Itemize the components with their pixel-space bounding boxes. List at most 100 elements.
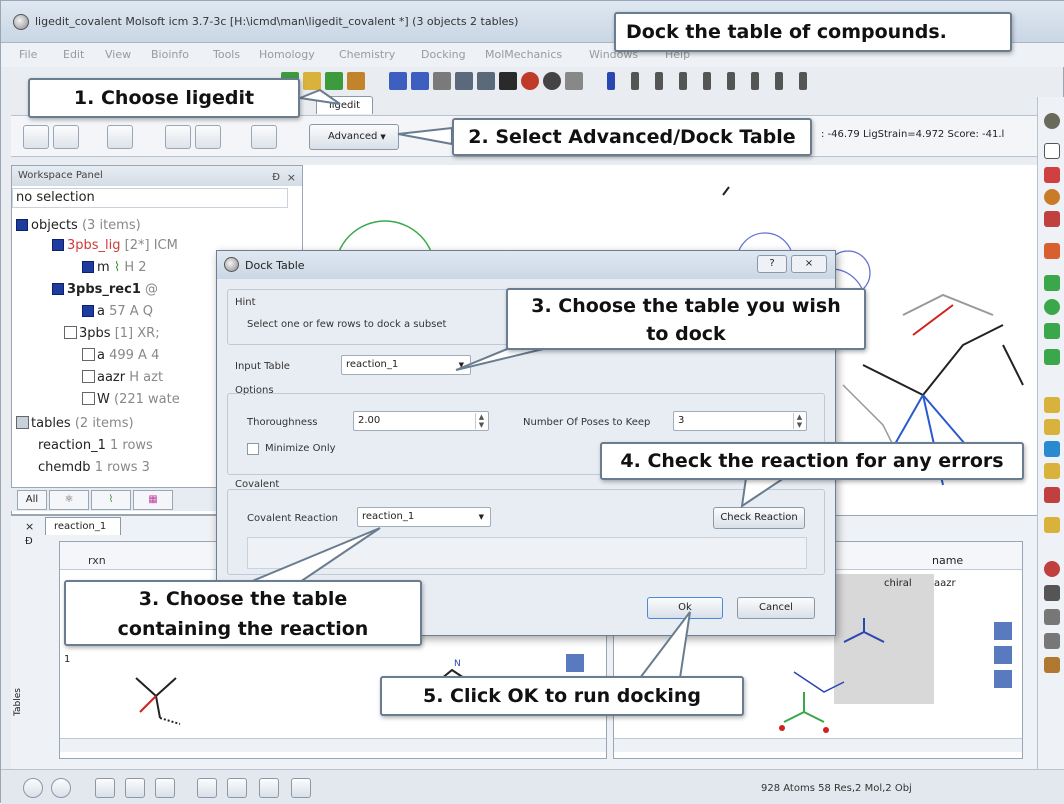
tab-all[interactable]: All	[17, 490, 47, 510]
help-button[interactable]: ?	[757, 255, 787, 273]
thoroughness-input[interactable]: 2.00 ▲ ▼	[353, 411, 489, 431]
selection-field[interactable]: no selection	[12, 188, 288, 208]
tree-a-57[interactable]: a 57 A Q	[82, 304, 153, 319]
record-icon[interactable]	[51, 778, 71, 798]
menu-bioinfo[interactable]: Bioinfo	[151, 48, 189, 61]
align-2-icon[interactable]	[1044, 419, 1060, 435]
zoom-icon[interactable]	[1044, 189, 1060, 205]
star-icon[interactable]	[1044, 609, 1060, 625]
tree-3pbs-rec1[interactable]: 3pbs_rec1 @	[52, 282, 158, 297]
align-8-icon[interactable]	[799, 72, 807, 90]
align-6-icon[interactable]	[751, 72, 759, 90]
ok-button[interactable]: Ok	[647, 597, 723, 619]
tree-3pbs[interactable]: 3pbs [1] XR;	[64, 326, 160, 341]
close-icon[interactable]: ×	[287, 168, 296, 188]
tree-m[interactable]: m ⌇ H 2	[82, 260, 147, 275]
grid-icon[interactable]	[566, 654, 584, 672]
checkbox-icon[interactable]	[82, 348, 95, 361]
grid-tool-icon[interactable]	[347, 72, 365, 90]
align-5-icon[interactable]	[727, 72, 735, 90]
menu-view[interactable]: View	[105, 48, 131, 61]
spin-arrows-icon[interactable]: ▲ ▼	[475, 413, 487, 429]
tool-icon[interactable]	[291, 778, 311, 798]
layout-icon[interactable]	[95, 778, 115, 798]
columns-icon[interactable]	[994, 670, 1012, 688]
bond-tool-icon[interactable]	[303, 72, 321, 90]
horizontal-scrollbar[interactable]	[614, 738, 1022, 752]
align-icon[interactable]	[1044, 397, 1060, 413]
ligand-score-button[interactable]	[195, 125, 221, 149]
ligand-tool-icon[interactable]	[325, 72, 343, 90]
atom-tool-icon[interactable]	[565, 72, 583, 90]
move-icon[interactable]	[1044, 167, 1060, 183]
cog-icon[interactable]	[197, 778, 217, 798]
grid-icon[interactable]	[994, 622, 1012, 640]
render-ball-icon[interactable]	[521, 72, 539, 90]
table-icon[interactable]	[994, 646, 1012, 664]
ligand-draw-button[interactable]	[23, 125, 49, 149]
input-table-select[interactable]: reaction_1 ▼	[341, 355, 471, 375]
column-header-rxn[interactable]: rxn	[88, 554, 106, 567]
tree-aazr[interactable]: aazr H azt	[82, 370, 163, 385]
menu-chemistry[interactable]: Chemistry	[339, 48, 395, 61]
stop-icon[interactable]	[23, 778, 43, 798]
align-4-icon[interactable]	[1044, 463, 1060, 479]
list-view-icon[interactable]	[1044, 585, 1060, 601]
align-5-icon[interactable]	[1044, 487, 1060, 503]
window-layout-icon[interactable]	[477, 72, 495, 90]
display-mode-icon[interactable]	[389, 72, 407, 90]
pin-icon[interactable]: Ð	[272, 168, 280, 188]
tree-3pbs-lig[interactable]: 3pbs_lig [2*] ICM	[52, 238, 178, 253]
camera-icon[interactable]	[227, 778, 247, 798]
align-3-icon[interactable]	[1044, 441, 1060, 457]
layer-icon[interactable]	[1044, 275, 1060, 291]
font-tool-icon[interactable]	[499, 72, 517, 90]
settings-icon[interactable]	[1044, 113, 1060, 129]
horizontal-scrollbar[interactable]	[60, 738, 606, 752]
window-icon[interactable]	[125, 778, 145, 798]
dialog-close-button[interactable]: ×	[791, 255, 827, 273]
wire-mode-icon[interactable]	[433, 72, 451, 90]
rotate-icon[interactable]	[1044, 143, 1060, 159]
tab-chem[interactable]: ⚛	[49, 490, 89, 510]
table-view-icon[interactable]	[455, 72, 473, 90]
filter-icon[interactable]	[1044, 633, 1060, 649]
tab-ligand[interactable]: ⌇	[91, 490, 131, 510]
light-icon[interactable]	[543, 72, 561, 90]
checkbox-icon[interactable]	[82, 370, 95, 383]
center-icon[interactable]	[1044, 243, 1060, 259]
tree-tables[interactable]: tables (2 items)	[16, 416, 134, 431]
tree-reaction-1[interactable]: reaction_1 1 rows	[38, 438, 153, 453]
menu-file[interactable]: File	[19, 48, 37, 61]
menu-molmechanics[interactable]: MolMechanics	[485, 48, 562, 61]
panel-icon[interactable]	[155, 778, 175, 798]
tab-ligedit[interactable]: ligedit	[316, 96, 373, 114]
surface-icon[interactable]	[1044, 299, 1060, 315]
tree-objects[interactable]: objects (3 items)	[16, 218, 141, 233]
covalent-reaction-select[interactable]: reaction_1 ▼	[357, 507, 491, 527]
hand-icon[interactable]	[1044, 657, 1060, 673]
menu-edit[interactable]: Edit	[63, 48, 84, 61]
cancel-button[interactable]: Cancel	[737, 597, 815, 619]
tree-view-icon[interactable]	[1044, 561, 1060, 577]
align-4-icon[interactable]	[703, 72, 711, 90]
tree-chemdb[interactable]: chemdb 1 rows 3	[38, 460, 150, 475]
tab-reaction-1[interactable]: reaction_1	[45, 517, 121, 535]
menu-homology[interactable]: Homology	[259, 48, 315, 61]
lock-icon[interactable]	[1044, 517, 1060, 533]
check-reaction-button[interactable]: Check Reaction	[713, 507, 805, 529]
spin-arrows-icon[interactable]: ▲ ▼	[793, 413, 805, 429]
menu-tools[interactable]: Tools	[213, 48, 240, 61]
tree-a-499[interactable]: a 499 A 4	[82, 348, 159, 363]
align-1-icon[interactable]	[631, 72, 639, 90]
surface-mode-icon[interactable]	[411, 72, 429, 90]
poses-input[interactable]: 3 ▲ ▼	[673, 411, 807, 431]
expand-icon[interactable]	[64, 326, 77, 339]
align-3-icon[interactable]	[679, 72, 687, 90]
menu-docking[interactable]: Docking	[421, 48, 466, 61]
checkbox-icon[interactable]	[82, 392, 95, 405]
ligand-fit-button[interactable]	[165, 125, 191, 149]
box-icon[interactable]	[1044, 323, 1060, 339]
pin-icon[interactable]: Ð	[25, 536, 33, 547]
tab-table[interactable]: ▦	[133, 490, 173, 510]
